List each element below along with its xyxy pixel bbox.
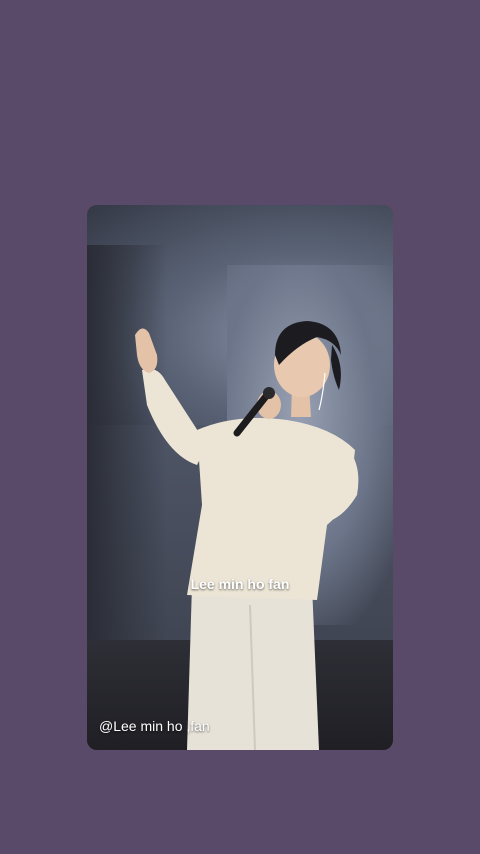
story-photo[interactable]: Lee min ho fan @Lee min ho ,fan: [87, 205, 393, 750]
story-mention[interactable]: @Lee min ho ,fan: [99, 718, 210, 734]
performer-figure: [135, 321, 359, 750]
story-caption: Lee min ho fan: [190, 576, 290, 592]
